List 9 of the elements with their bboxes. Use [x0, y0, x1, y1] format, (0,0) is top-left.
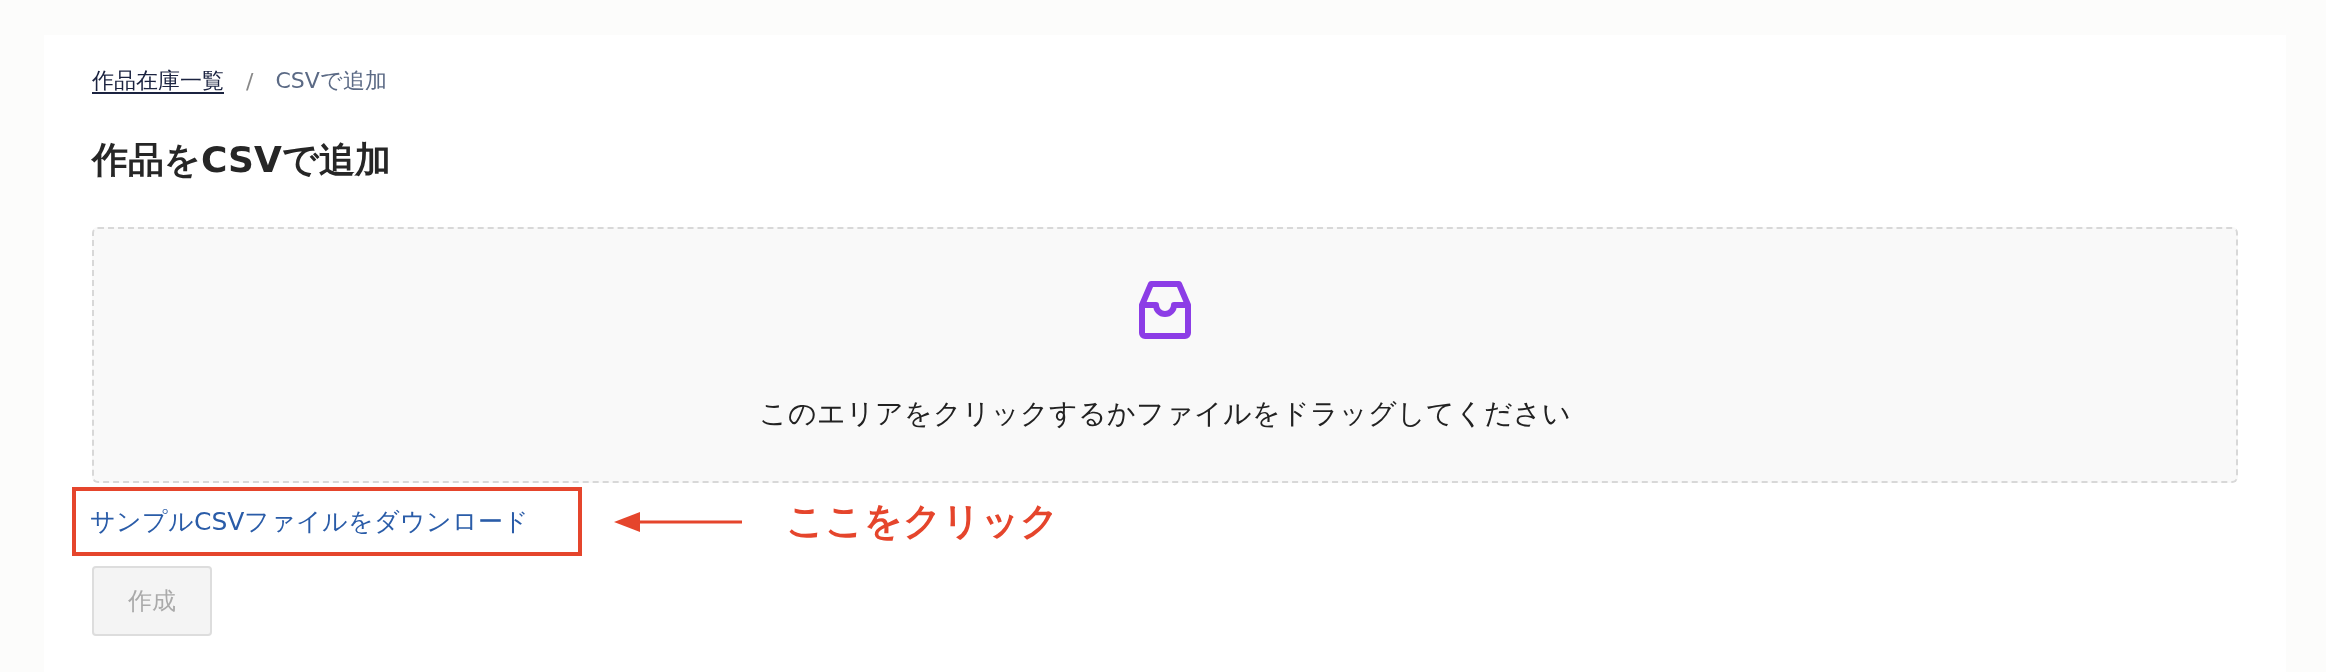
- breadcrumb-separator: /: [246, 68, 254, 94]
- breadcrumb-current: CSVで追加: [275, 67, 387, 95]
- drop-zone-instructions: このエリアをクリックするかファイルをドラッグしてください: [759, 396, 1571, 432]
- breadcrumb-link[interactable]: 作品在庫一覧: [92, 66, 224, 96]
- file-drop-zone[interactable]: このエリアをクリックするかファイルをドラッグしてください: [92, 227, 2238, 483]
- arrow-icon: [612, 509, 742, 534]
- sample-csv-download-link[interactable]: サンプルCSVファイルをダウンロード: [90, 505, 530, 538]
- annotation-text: ここをクリック: [786, 498, 1059, 545]
- page-title: 作品をCSVで追加: [92, 138, 391, 182]
